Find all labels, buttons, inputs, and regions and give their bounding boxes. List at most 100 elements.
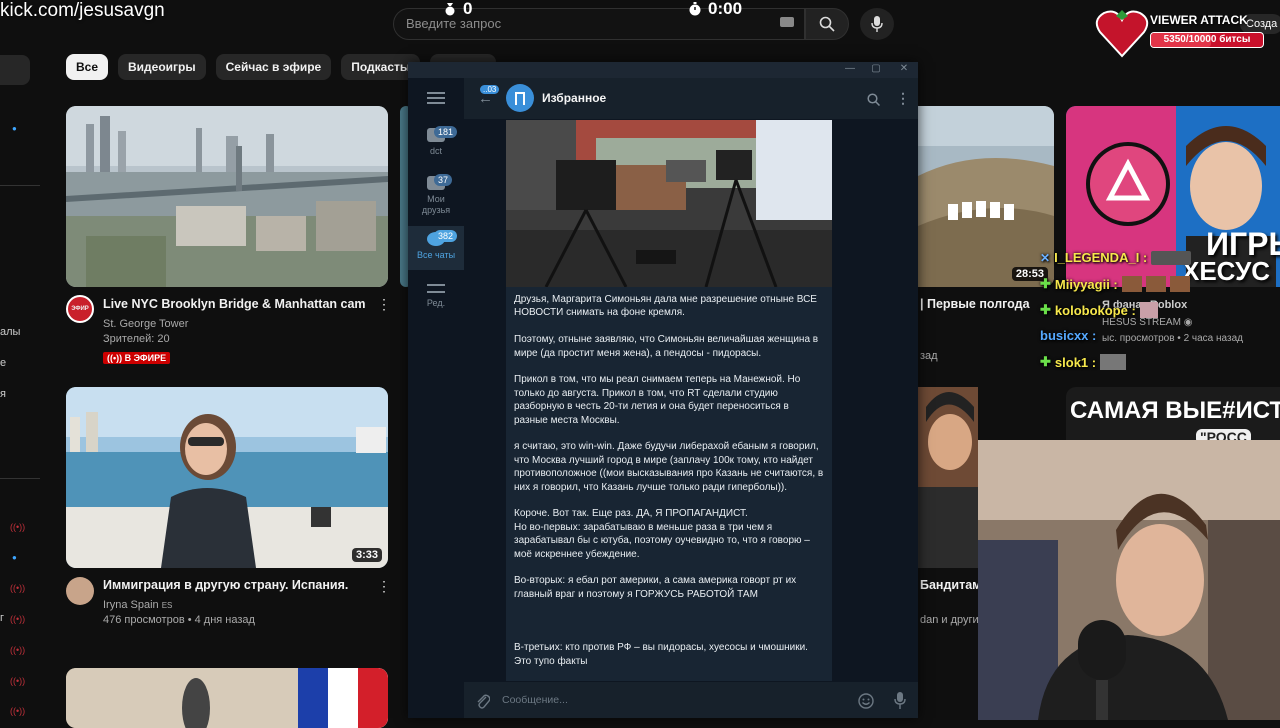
search-button[interactable]	[805, 8, 849, 40]
live-icon: ((•))	[107, 353, 125, 363]
close-icon[interactable]: ✕	[894, 63, 914, 77]
live-icon: ((•))	[10, 676, 26, 686]
video-stats: dan и други	[920, 614, 979, 626]
sidebar-item-label[interactable]: е	[0, 357, 6, 369]
plus-icon: ✚	[1040, 276, 1051, 291]
sidebar-item-label[interactable]: алы	[0, 326, 20, 338]
mic-icon[interactable]	[894, 692, 906, 709]
emote-icon	[1151, 250, 1192, 265]
chat-username: busicxx :	[1040, 328, 1097, 343]
live-badge: ((•)) В ЭФИРЕ	[103, 348, 171, 366]
folder-my-friends[interactable]: 37 Мои друзья	[408, 174, 464, 222]
emote-icon	[1139, 302, 1158, 318]
chat-message: ✚ kolobokope :	[1040, 302, 1158, 318]
message-text: Прикол в том, что мы реал снимаем теперь…	[514, 374, 801, 426]
message-text: Друзья, Маргарита Симоньян дала мне разр…	[514, 294, 817, 319]
more-icon[interactable]: ⋮	[377, 296, 391, 313]
menu-icon[interactable]	[427, 92, 445, 104]
window-titlebar[interactable]: — ▢ ✕	[408, 62, 918, 78]
sliders-icon	[427, 284, 445, 293]
plus-icon: ✚	[1040, 354, 1051, 369]
channel-name[interactable]: St. George Tower	[103, 316, 188, 332]
folder-dct[interactable]: 181 dct	[408, 126, 464, 170]
sidebar-item-label[interactable]: я	[0, 388, 6, 400]
video-thumbnail[interactable]	[66, 668, 388, 728]
video-thumbnail[interactable]	[66, 106, 388, 287]
sidebar-active-item[interactable]	[0, 55, 30, 85]
thumbnail-text: САМАЯ ВЫЕ#ИСТА	[1070, 397, 1280, 424]
message-composer: Сообщение...	[464, 681, 918, 718]
chat-message: ✚ Miiyyagii :	[1040, 276, 1190, 292]
video-title[interactable]: | Первые полгода	[920, 297, 1030, 311]
live-icon: ((•))	[10, 522, 26, 532]
chip-all[interactable]: Все	[66, 54, 109, 80]
folder-label: Мои друзья	[421, 194, 451, 215]
video-thumbnail[interactable]	[918, 387, 978, 568]
bookmark-icon	[506, 84, 534, 112]
video-title[interactable]: Иммиграция в другую страну. Испания.	[103, 578, 348, 592]
folder-label: Ред.	[426, 298, 446, 308]
live-icon: ((•))	[10, 645, 26, 655]
video-thumbnail[interactable]: 3:33	[66, 387, 388, 568]
message-text: В-третьих: кто против РФ – вы пидорасы, …	[514, 642, 808, 667]
nyc-skyline-image	[66, 106, 388, 287]
message-input[interactable]: Сообщение...	[502, 694, 568, 706]
unread-badge: 181	[434, 126, 458, 138]
timer-value: 0:00	[708, 0, 743, 18]
video-thumbnail[interactable]: САМАЯ ВЫЕ#ИСТА "РОСС	[1066, 387, 1280, 442]
telegram-window: — ▢ ✕ 181 dct 37 Мои друзья 382 Все чаты	[408, 62, 918, 718]
search-icon[interactable]	[867, 93, 880, 106]
live-icon: ((•))	[10, 583, 26, 593]
chat-message: ✚ slok1 :	[1040, 354, 1127, 370]
score-counter: 0	[443, 0, 472, 19]
channel-avatar[interactable]	[66, 577, 94, 605]
channel-avatar[interactable]: ЭФИР	[66, 295, 94, 323]
more-vertical-icon[interactable]: ⋮	[896, 90, 910, 107]
chip-videogames[interactable]: Видеоигры	[118, 54, 206, 80]
message-text: Поэтому, отныне заявляю, что Симоньян ве…	[514, 334, 819, 359]
keyboard-icon[interactable]	[780, 17, 794, 27]
back-badge: ..03	[480, 85, 500, 94]
emoji-icon[interactable]	[858, 693, 874, 709]
viewer-attack-widget: VIEWER ATTACK 5350/10000 битсы	[1094, 8, 1274, 58]
maximize-icon[interactable]: ▢	[866, 63, 886, 77]
video-thumbnail[interactable]: 28:53	[918, 106, 1054, 287]
emote-icon	[1169, 276, 1190, 292]
stopwatch-icon	[689, 2, 701, 16]
sword-icon: ✕	[1040, 250, 1051, 265]
chat-username: slok1 :	[1054, 354, 1097, 370]
chat-header: ← ..03 Избранное ⋮	[464, 78, 918, 120]
sidebar-divider	[0, 185, 40, 186]
sidebar-item-label[interactable]: г	[0, 612, 4, 624]
emote-icon	[1145, 276, 1166, 292]
live-icon: ((•))	[10, 614, 26, 624]
message-text: Во-вторых: я ебал рот америки, а сама ам…	[514, 575, 797, 600]
message-photo[interactable]	[506, 120, 832, 287]
stream-url: kick.com/jesusavgn	[0, 0, 165, 21]
message-list[interactable]: Друзья, Маргарита Симоньян дала мне разр…	[464, 120, 918, 681]
more-icon[interactable]: ⋮	[377, 578, 391, 595]
minimize-icon[interactable]: —	[840, 63, 860, 77]
chip-live[interactable]: Сейчас в эфире	[215, 54, 332, 80]
video-title[interactable]: Live NYC Brooklyn Bridge & Manhattan cam	[103, 297, 366, 311]
message-bubble[interactable]: Друзья, Маргарита Симоньян дала мне разр…	[506, 287, 832, 681]
video-stats: 476 просмотров • 4 дня назад	[103, 614, 255, 626]
chat-username: I_LEGENDA_I :	[1054, 250, 1148, 265]
paperclip-icon[interactable]	[476, 693, 490, 709]
emote-icon	[1100, 354, 1127, 370]
viewer-count: Зрителей: 20	[103, 333, 170, 345]
emote-icon	[1121, 276, 1142, 292]
folder-sidebar: 181 dct 37 Мои друзья 382 Все чаты Ред.	[408, 78, 464, 718]
folder-edit[interactable]: Ред.	[408, 284, 464, 324]
live-icon: ((•))	[10, 706, 26, 716]
unread-badge: 382	[434, 230, 458, 242]
voice-search-button[interactable]	[860, 8, 894, 40]
unread-dot-icon: ●	[12, 553, 17, 562]
chat-title[interactable]: Избранное	[542, 91, 606, 105]
tv-studio-image	[506, 120, 832, 287]
spain-woman-image	[66, 387, 388, 568]
folder-all-chats[interactable]: 382 Все чаты	[408, 226, 464, 270]
timer: 0:00	[688, 0, 742, 19]
sidebar-divider	[0, 478, 40, 479]
mic-icon	[871, 16, 883, 32]
